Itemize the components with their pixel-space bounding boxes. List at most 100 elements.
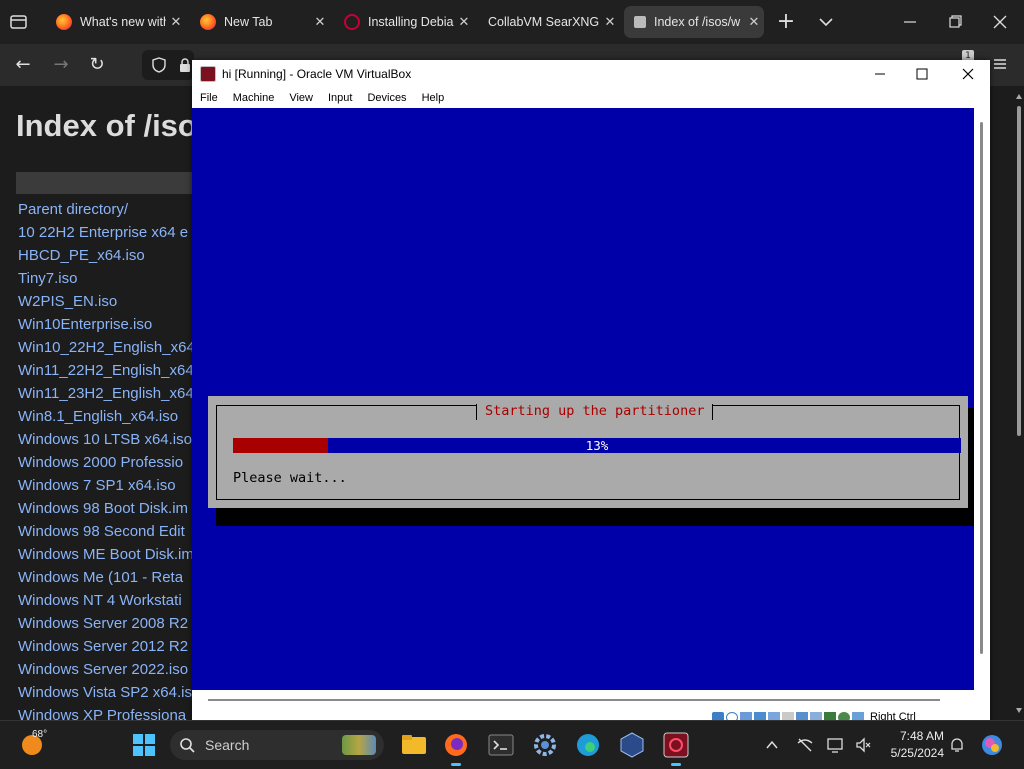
vbox-vertical-scrollbar[interactable] xyxy=(974,108,990,690)
close-tab-icon[interactable]: ✕ xyxy=(744,14,764,30)
lock-icon xyxy=(178,57,192,73)
progress-bar: 13% xyxy=(233,438,961,453)
active-app-indicator xyxy=(671,763,681,766)
volume-icon[interactable] xyxy=(854,736,872,754)
menu-file[interactable]: File xyxy=(200,92,218,104)
file-link[interactable]: Windows Me (101 - Reta xyxy=(18,566,195,589)
close-tab-icon[interactable]: ✕ xyxy=(600,14,620,30)
debian-icon xyxy=(344,14,360,30)
menu-devices[interactable]: Devices xyxy=(367,92,406,104)
file-link[interactable]: Win10_22H2_English_x64 xyxy=(18,336,195,359)
scroll-down-arrow-icon[interactable] xyxy=(1016,708,1022,713)
page-scrollbar[interactable] xyxy=(1014,86,1024,720)
scrollbar-thumb[interactable] xyxy=(980,122,983,654)
reload-icon[interactable]: ↻ xyxy=(84,52,110,78)
firefox-taskbar-icon[interactable] xyxy=(442,731,470,759)
menu-machine[interactable]: Machine xyxy=(233,92,275,104)
address-bar[interactable] xyxy=(142,50,194,80)
table-header xyxy=(16,172,196,194)
tab-overflow-chevron-icon[interactable] xyxy=(816,12,836,32)
file-link[interactable]: Windows 98 Second Edit xyxy=(18,520,195,543)
menu-input[interactable]: Input xyxy=(328,92,352,104)
tab-label: New Tab xyxy=(224,15,273,29)
menu-help[interactable]: Help xyxy=(422,92,445,104)
progress-text: 13% xyxy=(585,438,609,453)
file-link[interactable]: Win10Enterprise.iso xyxy=(18,313,195,336)
vbox-minimize-icon[interactable] xyxy=(872,66,888,82)
tab-whats-new[interactable]: What's new with ✕ xyxy=(46,6,186,38)
file-link[interactable]: Windows 2000 Professio xyxy=(18,451,195,474)
forward-arrow-icon[interactable]: → xyxy=(48,52,74,78)
vbox-title: hi [Running] - Oracle VM VirtualBox xyxy=(222,67,412,81)
file-link[interactable]: Windows 98 Boot Disk.im xyxy=(18,497,195,520)
tab-label: CollabVM SearXNG xyxy=(488,15,600,29)
notification-bell-icon[interactable] xyxy=(948,736,966,754)
minimize-window-icon[interactable] xyxy=(900,12,920,32)
file-link[interactable]: Windows NT 4 Workstati xyxy=(18,589,195,612)
file-explorer-icon[interactable] xyxy=(400,731,428,759)
copilot-pre-icon[interactable] xyxy=(980,733,1004,757)
browser-tab-bar: What's new with ✕ New Tab ✕ Installing D… xyxy=(0,0,1024,44)
installer-dialog: Starting up the partitioner 13% Please w… xyxy=(208,396,968,508)
tab-collabvm-searxng[interactable]: CollabVM SearXNG ✕ xyxy=(478,6,620,38)
start-button-icon[interactable] xyxy=(133,734,155,756)
file-link[interactable]: 10 22H2 Enterprise x64 e xyxy=(18,221,195,244)
scrollbar-thumb[interactable] xyxy=(1017,106,1021,436)
vbox-maximize-icon[interactable] xyxy=(914,66,930,82)
file-link[interactable]: W2PIS_EN.iso xyxy=(18,290,195,313)
close-tab-icon[interactable]: ✕ xyxy=(310,14,330,30)
virtualbox-vm-icon[interactable] xyxy=(662,731,690,759)
hamburger-menu-icon[interactable] xyxy=(992,56,1008,72)
tab-index-of-isos[interactable]: Index of /isos/w ✕ xyxy=(624,6,764,38)
network-disconnected-icon[interactable] xyxy=(796,736,814,754)
file-link[interactable]: Win11_23H2_English_x64 xyxy=(18,382,195,405)
file-link[interactable]: Windows Server 2012 R2 xyxy=(18,635,195,658)
terminal-icon[interactable] xyxy=(487,731,515,759)
tab-label: Index of /isos/w xyxy=(654,15,741,29)
scrollbar-thumb[interactable] xyxy=(208,699,940,701)
search-icon xyxy=(179,737,195,753)
file-link[interactable]: Windows 7 SP1 x64.iso xyxy=(18,474,195,497)
display-monitor-icon[interactable] xyxy=(826,736,844,754)
settings-gear-icon[interactable] xyxy=(531,731,559,759)
clock-date: 5/25/2024 xyxy=(890,746,944,760)
vm-screen[interactable]: Starting up the partitioner 13% Please w… xyxy=(192,108,974,690)
parent-directory-link[interactable]: Parent directory/ xyxy=(18,198,195,221)
vbox-close-icon[interactable] xyxy=(960,66,976,82)
virtualbox-manager-icon[interactable] xyxy=(618,731,646,759)
vbox-title-bar[interactable]: hi [Running] - Oracle VM VirtualBox xyxy=(192,60,990,88)
file-link[interactable]: Windows ME Boot Disk.im xyxy=(18,543,195,566)
vbox-menu-bar: File Machine View Input Devices Help xyxy=(192,88,990,108)
file-link[interactable]: Tiny7.iso xyxy=(18,267,195,290)
file-link[interactable]: Windows 10 LTSB x64.iso xyxy=(18,428,195,451)
show-hidden-icons-chevron-icon[interactable] xyxy=(764,737,780,753)
tab-label: What's new with xyxy=(80,15,166,29)
virtualbox-window[interactable]: hi [Running] - Oracle VM VirtualBox File… xyxy=(192,60,990,724)
scroll-up-arrow-icon[interactable] xyxy=(1016,94,1022,99)
file-link[interactable]: Win11_22H2_English_x64 xyxy=(18,359,195,382)
virtualbox-icon xyxy=(200,66,216,82)
file-link[interactable]: Windows Vista SP2 x64.is xyxy=(18,681,195,704)
vbox-horizontal-scrollbar[interactable] xyxy=(192,690,974,712)
close-tab-icon[interactable]: ✕ xyxy=(166,14,186,30)
restore-window-icon[interactable] xyxy=(945,12,965,32)
file-link[interactable]: Windows XP Professiona xyxy=(18,704,195,720)
taskbar-search-box[interactable]: Search xyxy=(170,730,384,760)
file-link[interactable]: Windows Server 2008 R2 xyxy=(18,612,195,635)
file-link[interactable]: Windows Server 2022.iso xyxy=(18,658,195,681)
close-window-icon[interactable] xyxy=(990,12,1010,32)
file-list: Parent directory/10 22H2 Enterprise x64 … xyxy=(18,198,195,720)
file-link[interactable]: HBCD_PE_x64.iso xyxy=(18,244,195,267)
tab-list-icon[interactable] xyxy=(8,12,30,32)
edge-icon[interactable] xyxy=(574,731,602,759)
firefox-icon xyxy=(56,14,72,30)
menu-view[interactable]: View xyxy=(289,92,313,104)
tab-installing-debian[interactable]: Installing Debian ✕ xyxy=(334,6,474,38)
weather-widget[interactable]: 68° xyxy=(20,729,60,759)
back-arrow-icon[interactable]: ← xyxy=(10,52,36,78)
close-tab-icon[interactable]: ✕ xyxy=(454,14,474,30)
new-tab-icon[interactable]: + xyxy=(776,10,796,34)
file-link[interactable]: Win8.1_English_x64.iso xyxy=(18,405,195,428)
tab-new-tab[interactable]: New Tab ✕ xyxy=(190,6,330,38)
clock[interactable]: 7:48 AM 5/25/2024 xyxy=(880,728,944,762)
